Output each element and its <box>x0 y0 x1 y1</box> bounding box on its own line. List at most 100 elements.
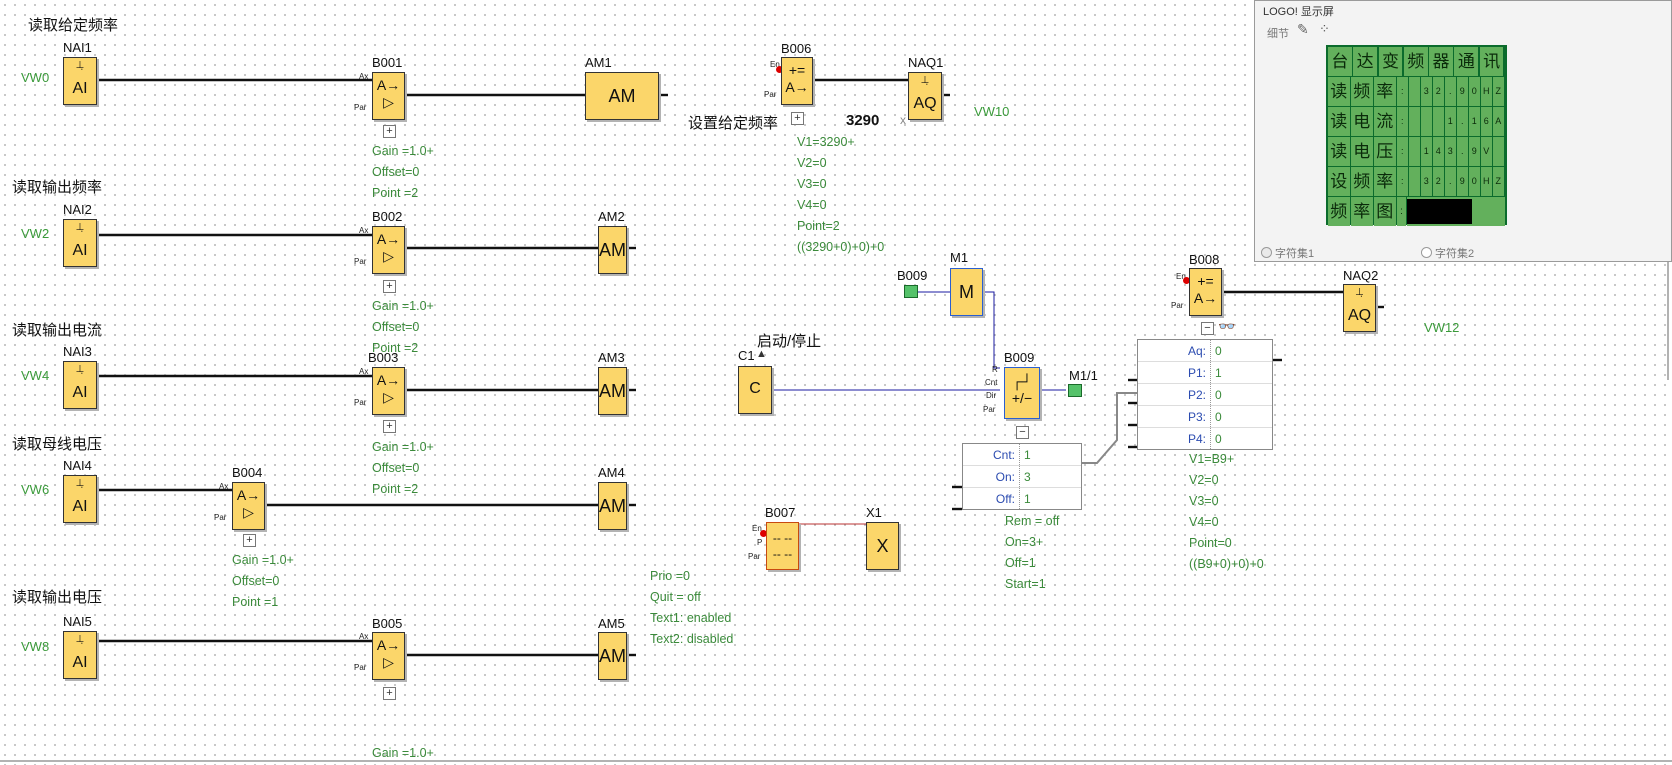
title-read-output-voltage: 读取输出电压 <box>12 589 103 606</box>
logo-program-canvas[interactable]: 读取给定频率 读取输出频率 读取输出电流 读取母线电压 读取输出电压 设置给定频… <box>0 0 1672 765</box>
b008-collapse-icon[interactable]: − <box>1201 322 1214 335</box>
b006-expand-icon[interactable]: + <box>791 112 804 125</box>
nai4-block[interactable]: ⊥̣ AI <box>63 475 97 523</box>
b008-p1-value[interactable]: 1 <box>1210 362 1272 383</box>
c1-cursor-key-block[interactable]: C <box>738 366 772 414</box>
b008-aq-value[interactable]: 0 <box>1210 340 1272 361</box>
lcd-value-char: . <box>1457 137 1468 166</box>
lcd-title-char: 达 <box>1353 47 1378 76</box>
lcd-value-char: V <box>1481 137 1492 166</box>
b005-name: B005 <box>372 616 403 631</box>
b007-message-block[interactable]: -- -- -- -- <box>766 522 799 570</box>
set-frequency-value[interactable]: 3290 <box>846 112 879 129</box>
b003-amplifier-block[interactable]: A→ ▷ <box>372 367 405 415</box>
b008-aq-key: Aq: <box>1187 343 1206 358</box>
vw2-label: VW2 <box>21 226 50 241</box>
m1-1-flag-connector[interactable] <box>1068 384 1082 397</box>
nai3-block[interactable]: ⊥̣ AI <box>63 361 97 409</box>
b006-math-block[interactable]: += A→ <box>781 57 813 105</box>
lcd-label-char: 读 <box>1328 137 1350 166</box>
am2-block[interactable]: AM <box>598 226 627 274</box>
b009-cnt-value[interactable]: 1 <box>1019 444 1081 465</box>
x1-name: X1 <box>866 505 882 520</box>
lcd-value-char: 3 <box>1421 77 1432 106</box>
b009-name: B009 <box>1004 350 1035 365</box>
b009-off-value[interactable]: 1 <box>1019 488 1081 509</box>
b009-collapse-icon[interactable]: − <box>1016 426 1029 439</box>
lcd-value-char <box>1409 77 1420 106</box>
lcd-title-char: 变 <box>1378 47 1403 76</box>
b008-params: V1=B9+ V2=0 V3=0 V4=0 Point=0 ((B9+0)+0)… <box>1189 452 1264 571</box>
nai5-name: NAI5 <box>63 614 92 629</box>
title-read-bus-voltage: 读取母线电压 <box>12 436 103 453</box>
b001-par-pin: Par <box>354 103 367 112</box>
b004-expand-icon[interactable]: + <box>243 534 256 547</box>
am1-block[interactable]: AM <box>585 72 659 120</box>
naq2-name: NAQ2 <box>1343 268 1379 283</box>
nai5-block[interactable]: ⊥̣ AI <box>63 631 97 679</box>
charset1-radio[interactable] <box>1261 247 1272 258</box>
b008-p4-key: P4: <box>1187 431 1206 446</box>
b008-p2-value[interactable]: 0 <box>1210 384 1272 405</box>
close-icon[interactable]: x <box>900 113 906 127</box>
lcd-title-char: 通 <box>1454 47 1479 76</box>
b001-amplifier-block[interactable]: A→ ▷ <box>372 72 405 120</box>
b001-expand-icon[interactable]: + <box>383 125 396 138</box>
naq1-name: NAQ1 <box>908 55 944 70</box>
charset2-radio[interactable] <box>1421 247 1432 258</box>
am4-name: AM4 <box>598 465 625 480</box>
lcd-value-char: 1 <box>1421 137 1432 166</box>
lcd-value-char: 6 <box>1481 107 1492 136</box>
b001-name: B001 <box>372 55 403 70</box>
b007-name: B007 <box>765 505 796 520</box>
lcd-value-char: H <box>1481 77 1492 106</box>
b002-amplifier-block[interactable]: A→ ▷ <box>372 226 405 274</box>
am5-block[interactable]: AM <box>598 632 627 680</box>
x1-block[interactable]: X <box>866 522 899 570</box>
lcd-title-char: 台 <box>1328 47 1352 76</box>
am3-block[interactable]: AM <box>598 367 627 415</box>
am4-block[interactable]: AM <box>598 482 627 530</box>
m1-block[interactable]: M <box>950 268 983 316</box>
settings-icon[interactable]: ⁘ <box>1319 21 1330 37</box>
b009-off-key: Off: <box>995 491 1015 506</box>
b004-amplifier-block[interactable]: A→ ▷ <box>232 482 265 530</box>
lcd-value-char: 4 <box>1433 137 1444 166</box>
lcd-value-char: 1 <box>1445 107 1456 136</box>
lcd-value-char: 1 <box>1469 107 1480 136</box>
charset2-label: 字符集2 <box>1435 248 1475 260</box>
lcd-value-char: . <box>1445 167 1456 196</box>
b009-cnt-pin: Cnt <box>985 378 998 387</box>
lcd-value-char: : <box>1397 137 1408 166</box>
b008-math-block[interactable]: += A→ <box>1189 268 1222 316</box>
b002-ax-pin: Ax <box>359 226 369 235</box>
b009-r-pin: R <box>992 365 998 374</box>
b009-flag-connector[interactable] <box>904 285 918 298</box>
b003-expand-icon[interactable]: + <box>383 420 396 433</box>
b008-p4-value[interactable]: 0 <box>1210 428 1272 449</box>
lcd-label-char: 频 <box>1328 197 1350 226</box>
lcd-value-char: : <box>1397 167 1408 196</box>
b009-counter-block[interactable]: ┌┘ +/− <box>1004 367 1040 419</box>
glasses-icon[interactable]: 👓 <box>1218 318 1235 335</box>
lcd-value-char: A <box>1493 107 1504 136</box>
nai2-block[interactable]: ⊥̣ AI <box>63 219 97 267</box>
nai1-block[interactable]: ⊥̣ AI <box>63 57 97 105</box>
b005-amplifier-block[interactable]: A→ ▷ <box>372 632 405 680</box>
edit-icon[interactable]: ✎ <box>1297 21 1309 38</box>
nai2-name: NAI2 <box>63 202 92 217</box>
b009-on-value[interactable]: 3 <box>1019 466 1081 487</box>
lcd-value-char: Z <box>1493 167 1504 196</box>
naq2-block[interactable]: ⊥̣ AQ <box>1343 284 1376 332</box>
b005-expand-icon[interactable]: + <box>383 687 396 700</box>
lcd-value-char: 9 <box>1469 137 1480 166</box>
lcd-value-char <box>1493 137 1504 166</box>
b008-p3-value[interactable]: 0 <box>1210 406 1272 427</box>
naq1-block[interactable]: ⊥̣ AQ <box>908 72 942 120</box>
b009-dir-pin: Dir <box>986 391 997 400</box>
vw10-label: VW10 <box>974 104 1010 119</box>
b003-params: Gain =1.0+ Offset=0 Point =2 <box>372 440 434 496</box>
b002-expand-icon[interactable]: + <box>383 280 396 293</box>
lcd-label-char: 图 <box>1374 197 1396 226</box>
frequency-bar-fill <box>1407 199 1472 224</box>
